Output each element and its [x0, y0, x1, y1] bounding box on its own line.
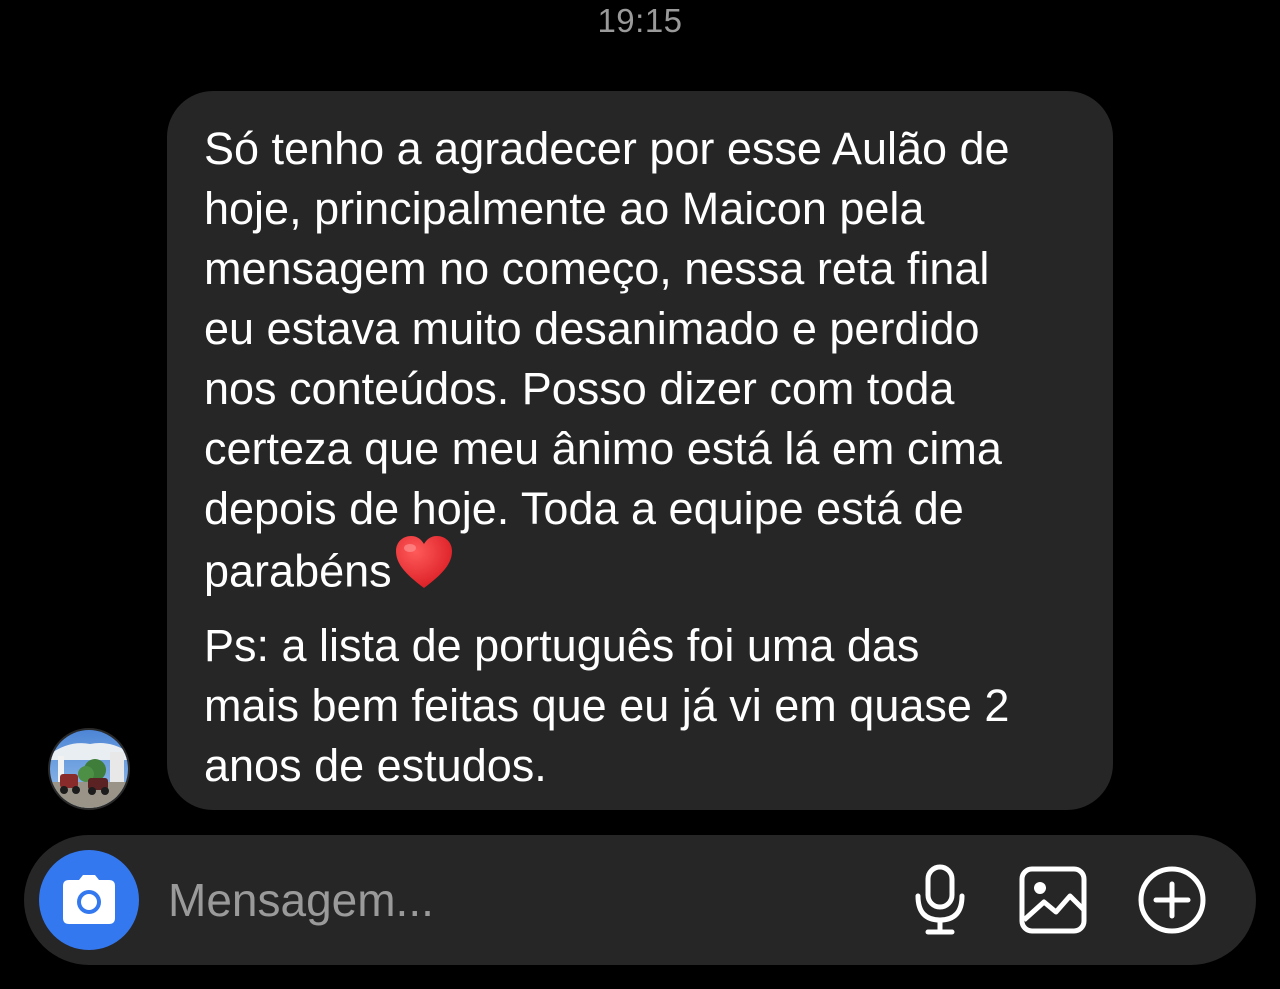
message-line: mensagem no começo, nessa reta final: [204, 243, 990, 294]
plus-circle-icon: [1138, 866, 1206, 934]
message-line: Ps: a lista de português foi uma das: [204, 620, 920, 671]
message-input[interactable]: [168, 865, 868, 935]
image-icon: [1019, 866, 1087, 934]
sender-avatar[interactable]: [48, 728, 130, 810]
gallery-button[interactable]: [1018, 864, 1090, 936]
message-bubble[interactable]: Só tenho a agradecer por esse Aulão de h…: [167, 91, 1113, 810]
message-composer: [24, 835, 1256, 965]
message-timestamp: 19:15: [597, 2, 683, 39]
heart-emoji-icon: [394, 535, 454, 606]
more-options-button[interactable]: [1136, 864, 1208, 936]
message-line: nos conteúdos. Posso dizer com toda: [204, 363, 955, 414]
camera-button[interactable]: [39, 850, 139, 950]
message-line: Só tenho a agradecer por esse Aulão de: [204, 123, 1010, 174]
microphone-button[interactable]: [904, 864, 976, 936]
message-line: eu estava muito desanimado e perdido: [204, 303, 980, 354]
message-line-with-emoji: parabéns: [204, 536, 1083, 610]
message-line: depois de hoje. Toda a equipe está de: [204, 483, 964, 534]
postscript: Ps: a lista de português foi uma das mai…: [204, 616, 1083, 796]
message-line: certeza que meu ânimo está lá em cima: [204, 423, 1002, 474]
microphone-icon: [915, 864, 965, 935]
message-line: anos de estudos.: [204, 740, 547, 791]
message-line: mais bem feitas que eu já vi em quase 2: [204, 680, 1010, 731]
avatar-photo: [50, 730, 128, 808]
message-line: hoje, principalmente ao Maicon pela: [204, 183, 925, 234]
camera-icon: [63, 875, 115, 924]
message-text: parabéns: [204, 545, 392, 597]
